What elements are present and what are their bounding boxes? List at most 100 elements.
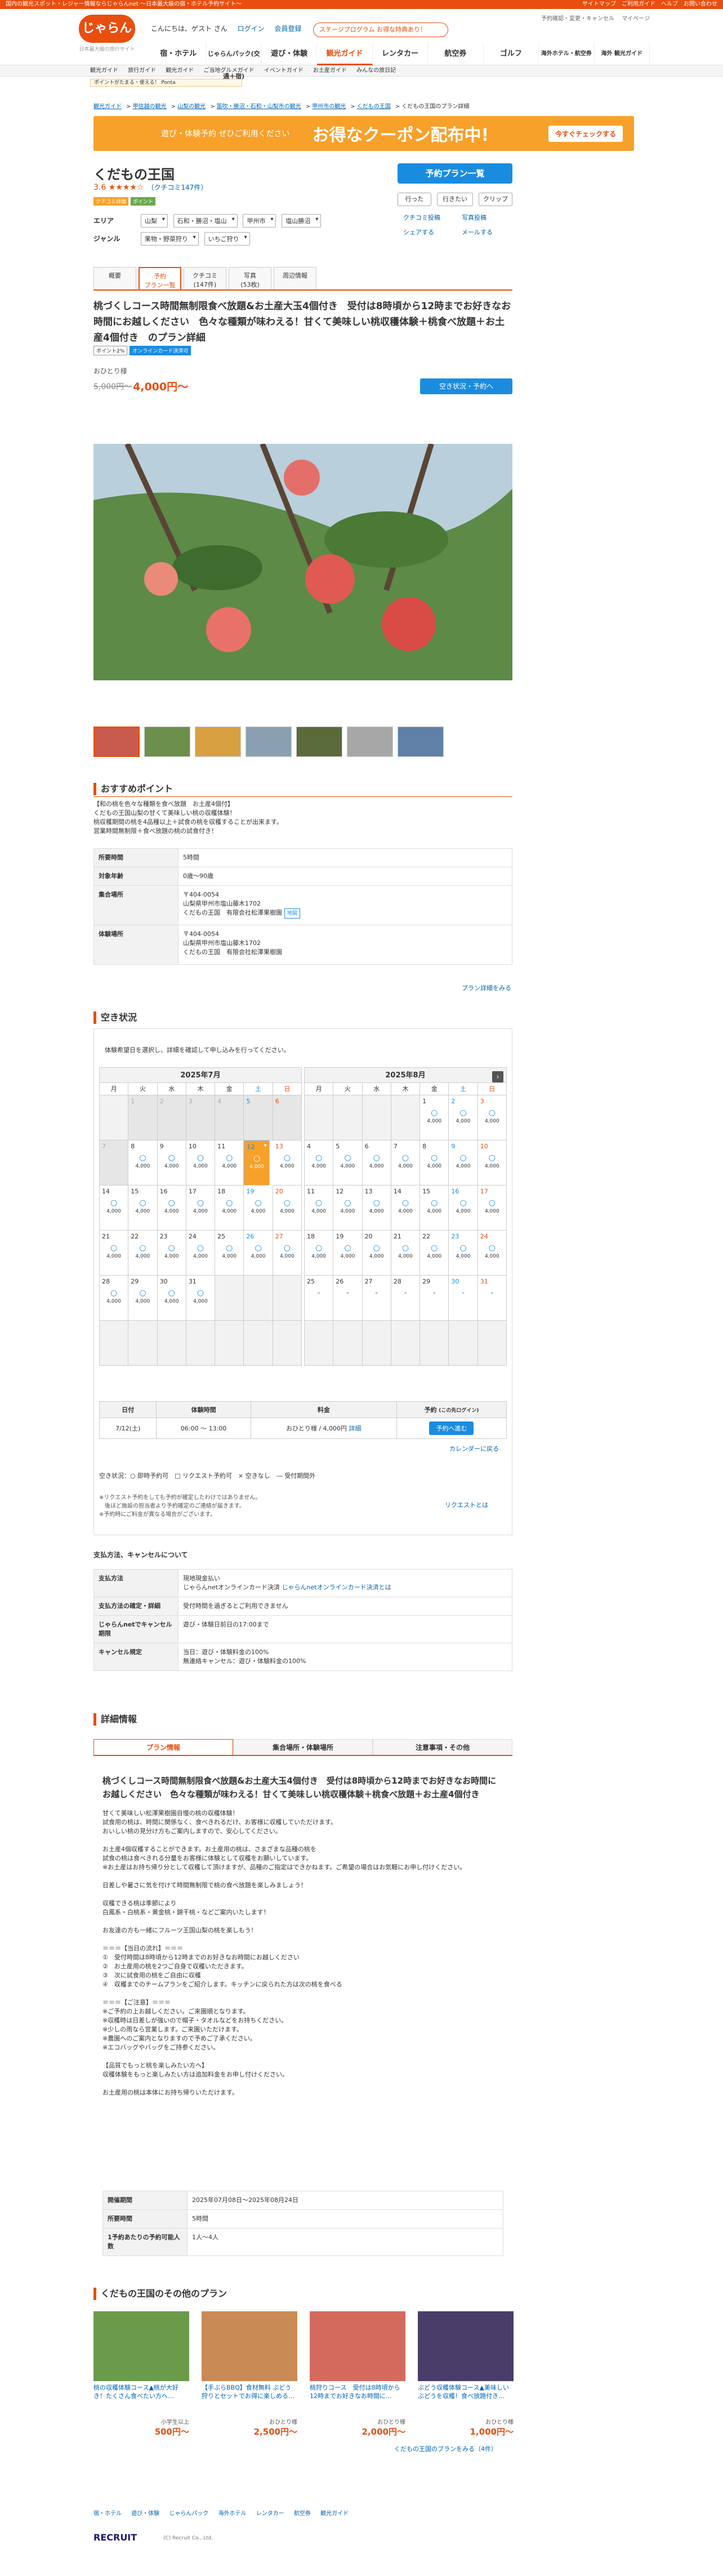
other-plan-card[interactable]: 【手ぶらBBQ】食材無料 ぶどう狩りとセットでお得に楽しめる… おひとり様 2,50… [202,2311,297,2437]
calendar-day[interactable]: 19 ○ 4,000 [244,1186,273,1231]
nav-activity[interactable]: 遊び・体験 [262,43,318,65]
genre-select[interactable]: いちご狩り [204,232,250,246]
calendar-day[interactable]: 2 ○ 4,000 [449,1095,478,1140]
calendar-day[interactable]: 24 ○ 4,000 [477,1231,507,1276]
calendar-day[interactable]: 11 ○ 4,000 [305,1186,334,1231]
breadcrumb-item[interactable]: 甲州市の観光 [312,104,346,110]
request-about-link[interactable]: リクエストとは [445,1500,488,1509]
back-to-calendar-link[interactable]: カレンダーに戻る [449,1444,499,1453]
calendar-day[interactable]: 27 ○ 4,000 [273,1231,302,1276]
breadcrumb-item[interactable]: 甲信越の観光 [133,104,167,110]
calendar-day[interactable]: 17 ○ 4,000 [477,1186,507,1231]
subnav-item[interactable]: 観光ガイド [166,68,194,74]
area-select[interactable]: 石和・勝沼・塩山 [173,214,238,228]
footer-link[interactable]: 遊び・体験 [131,2511,159,2517]
calendar-day[interactable]: 9 ○ 4,000 [157,1140,186,1186]
calendar-day[interactable]: 6 ○ 4,000 [362,1140,391,1186]
nav-hotel[interactable]: 宿・ホテル [151,43,207,65]
breadcrumb-item[interactable]: 山梨の観光 [177,104,206,110]
calendar-day[interactable]: 12 ○ 4,000 [333,1186,363,1231]
subnav-item[interactable]: みんなの旅日記 [356,68,396,74]
nav-pack[interactable]: じゃらんパック(交通＋宿) [206,43,262,80]
mypage-link[interactable]: マイページ [622,16,650,22]
detail-link[interactable]: 詳細 [349,1425,362,1432]
calendar-day[interactable]: 21 ○ 4,000 [100,1231,129,1276]
next-month-icon[interactable]: › [492,1071,503,1082]
thumbnail-image[interactable] [246,727,292,757]
subnav-item[interactable]: お土産ガイド [313,68,347,74]
reserve-plan-list-button[interactable]: 予約プラン一覧 [398,163,512,184]
calendar-day[interactable]: 11 ○ 4,000 [215,1140,244,1186]
calendar-day[interactable]: 15 ○ 4,000 [420,1186,449,1231]
coupon-check-button[interactable]: 今すぐチェックする [548,125,623,142]
calendar-day[interactable]: 17 ○ 4,000 [186,1186,216,1231]
calendar-day[interactable]: 25 ○ 4,000 [215,1231,244,1276]
vacancy-reserve-button[interactable]: 空き状況・予約へ [420,378,512,394]
footer-link[interactable]: じゃらんパック [169,2511,208,2517]
footer-link[interactable]: レンタカー [256,2511,284,2517]
more-plan-link[interactable]: プラン詳細をみる [462,983,511,992]
breadcrumb-item[interactable]: くだもの王国 [357,104,391,110]
calendar-day[interactable]: 18 ○ 4,000 [215,1186,244,1231]
nav-overseas-guide[interactable]: 海外 観光ガイド [595,43,650,65]
plan-card-title[interactable]: 桃狩りコース 受付は8時頃から12時までお好きなお時間に… [310,2383,405,2417]
nav-golf[interactable]: ゴルフ [484,43,539,65]
subnav-item[interactable]: 観光ガイド [90,68,118,74]
other-plan-card[interactable]: 桃狩りコース 受付は8時頃から12時までお好きなお時間に… おひとり様 2,000円… [310,2311,405,2437]
calendar-day[interactable]: 4 ○ 4,000 [305,1140,334,1186]
calendar-day[interactable]: 3 ○ 4,000 [477,1095,507,1140]
mail-link[interactable]: メールする [462,228,493,237]
calendar-day[interactable]: 8 ○ 4,000 [128,1140,158,1186]
all-plans-link[interactable]: くだもの王国のプランをみる（4件） [394,2444,497,2453]
calendar-day[interactable]: 28 ○ 4,000 [100,1276,129,1321]
calendar-day[interactable]: 23 ○ 4,000 [449,1231,478,1276]
calendar-day[interactable]: 14 ○ 4,000 [100,1186,129,1231]
clip-button[interactable]: クリップ [479,193,512,206]
want-button[interactable]: 行きたい [437,193,473,206]
calendar-day[interactable]: 7 ○ 4,000 [391,1140,421,1186]
calendar-day[interactable]: 10 ○ 4,000 [186,1140,216,1186]
other-plan-card[interactable]: 桃の収穫体験コース▲桃が大好き！たくさん食べたい方へ… 小学生以上 500円～ [93,2311,189,2437]
footer-link[interactable]: 航空券 [294,2511,311,2517]
calendar-day[interactable]: 18 ○ 4,000 [305,1231,334,1276]
tab-location[interactable]: 集合場所・体験場所 [233,1739,373,1755]
breadcrumb-item[interactable]: 観光ガイド [93,104,122,110]
thumbnail-image[interactable] [347,727,393,757]
calendar-day[interactable]: 20 ○ 4,000 [362,1231,391,1276]
calendar-day[interactable]: 21 ○ 4,000 [391,1231,421,1276]
footer-link[interactable]: 観光ガイド [320,2511,349,2517]
tab-nearby[interactable]: 周辺情報 [274,267,316,289]
calendar-day[interactable]: 26 ○ 4,000 [244,1231,273,1276]
card-payment-link[interactable]: じゃらんnetオンラインカード決済とは [282,1584,391,1591]
stage-program-banner[interactable]: ステージプログラム お得な特典あり！ [313,23,448,37]
plan-card-title[interactable]: ぶどう収穫体験コース▲美味しいぶどうを収穫！食べ放題付き… [418,2383,514,2417]
calendar-day[interactable]: 14 ○ 4,000 [391,1186,421,1231]
area-select[interactable]: 塩山勝沼 [282,214,322,228]
nav-rentacar[interactable]: レンタカー [373,43,429,65]
plan-card-title[interactable]: 【手ぶらBBQ】食材無料 ぶどう狩りとセットでお得に楽しめる… [202,2383,297,2417]
footer-link[interactable]: 海外ホテル [218,2511,247,2517]
calendar-day[interactable]: 5 ○ 4,000 [333,1140,363,1186]
subnav-item[interactable]: イベントガイド [264,68,304,74]
calendar-day[interactable]: 29 ○ 4,000 [128,1276,158,1321]
calendar-day[interactable]: 1 ○ 4,000 [420,1095,449,1140]
top-strip-links[interactable]: サイトマップ ご利用ガイド ヘルプ お問い合わせ [582,0,717,9]
calendar-day[interactable]: 31 ○ 4,000 [186,1276,216,1321]
tab-overview[interactable]: 概要 [93,267,136,289]
calendar-day[interactable]: 16 ○ 4,000 [157,1186,186,1231]
calendar-day[interactable]: 30 ○ 4,000 [157,1276,186,1321]
jalan-logo[interactable]: じゃらん [79,15,135,43]
nav-air[interactable]: 航空券 [428,43,484,65]
ponta-strip[interactable]: ポイントがたまる・使える！ Ponta [90,79,242,87]
genre-select[interactable]: 果物・野菜狩り [140,232,199,246]
tab-photos[interactable]: 写真 (53枚) [229,267,271,289]
map-link[interactable]: 地図 [284,908,301,919]
calendar-day[interactable]: 13 ○ 4,000 [273,1140,302,1186]
calendar-day[interactable]: 16 ○ 4,000 [449,1186,478,1231]
went-button[interactable]: 行った [398,193,431,206]
calendar-day[interactable]: 24 ○ 4,000 [186,1231,216,1276]
nav-kanko[interactable]: 観光ガイド [317,43,373,65]
review-post-link[interactable]: クチコミ投稿 [403,213,440,222]
area-select[interactable]: 甲州市 [243,214,276,228]
thumbnail-image[interactable] [398,727,444,757]
